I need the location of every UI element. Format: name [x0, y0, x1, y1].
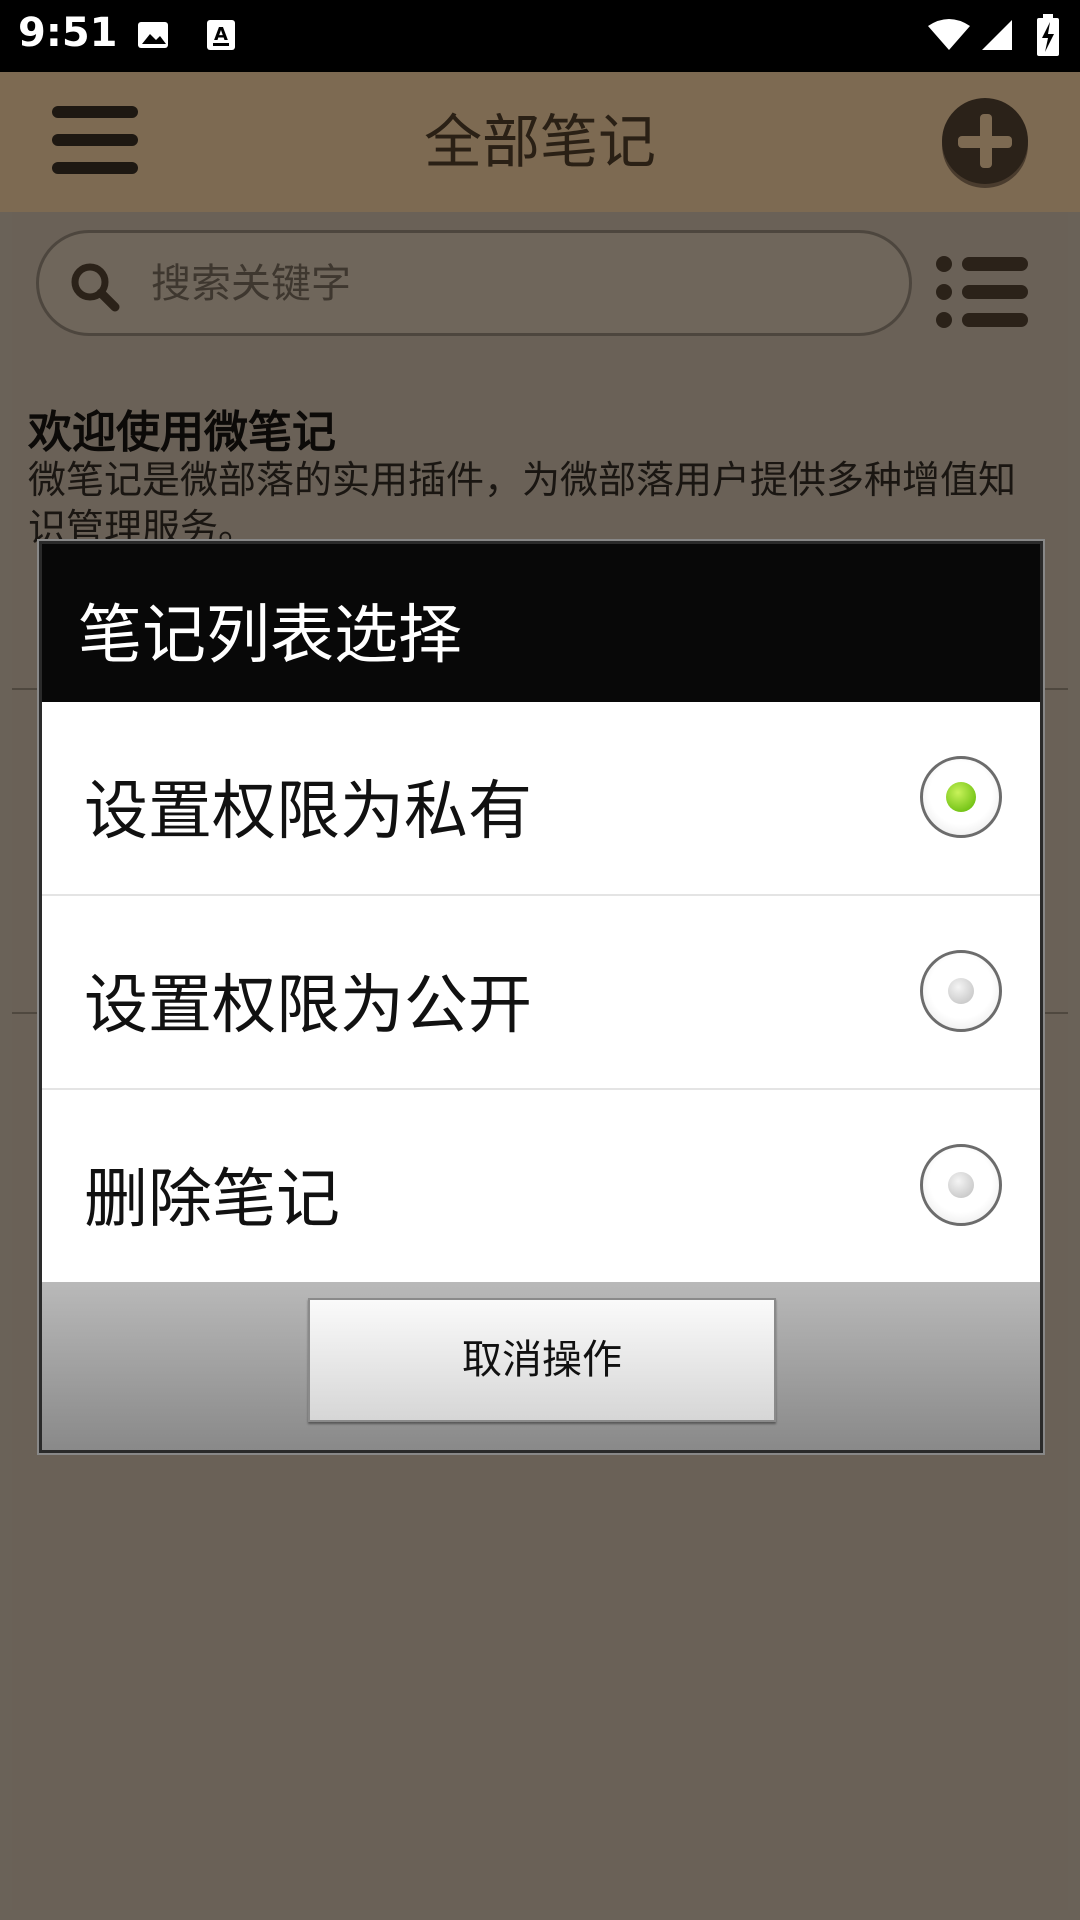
list-icon-bar	[962, 313, 1028, 327]
cancel-button[interactable]: 取消操作	[308, 1298, 776, 1422]
search-icon	[71, 263, 120, 312]
list-view-button[interactable]	[936, 252, 1028, 328]
search-input[interactable]	[149, 233, 853, 335]
radio-dot	[948, 978, 974, 1004]
page-title: 全部笔记	[423, 108, 656, 176]
signal-icon	[982, 20, 1012, 50]
app-bar: 全部笔记	[0, 72, 1080, 212]
list-icon-dot	[936, 312, 952, 328]
option-delete-note[interactable]: 删除笔记	[42, 1090, 1040, 1282]
dialog-title: 笔记列表选择	[78, 599, 462, 673]
search-bar[interactable]	[36, 230, 912, 336]
option-label: 删除笔记	[84, 1163, 340, 1237]
list-icon-bar	[962, 285, 1028, 299]
radio-button-checked[interactable]	[920, 756, 1002, 838]
option-set-public[interactable]: 设置权限为公开	[42, 896, 1040, 1088]
option-set-private[interactable]: 设置权限为私有	[42, 702, 1040, 894]
radio-dot	[948, 1172, 974, 1198]
option-label: 设置权限为公开	[84, 969, 532, 1043]
radio-button[interactable]	[920, 1144, 1002, 1226]
add-note-button[interactable]	[942, 98, 1028, 184]
list-icon	[936, 256, 952, 272]
note-preview[interactable]: 微笔记是微部落的实用插件，为微部落用户提供多种增值知识管理服务。	[28, 456, 1048, 552]
battery-charging-icon	[1037, 14, 1059, 56]
font-icon: A	[207, 20, 235, 50]
status-time: 9:51	[18, 10, 118, 56]
svg-text:A: A	[214, 24, 228, 45]
dialog-footer: 取消操作	[42, 1282, 1040, 1450]
note-title[interactable]: 欢迎使用微笔记	[28, 396, 336, 460]
list-icon-bar	[962, 257, 1028, 271]
radio-dot	[946, 782, 976, 812]
dialog-header: 笔记列表选择	[42, 544, 1040, 702]
radio-button[interactable]	[920, 950, 1002, 1032]
status-bar: 9:51 A	[0, 0, 1080, 72]
wifi-icon	[928, 19, 970, 50]
list-icon-dot	[936, 284, 952, 300]
option-label: 设置权限为私有	[84, 775, 532, 849]
note-options-dialog: 笔记列表选择 设置权限为私有 设置权限为公开 删除笔记 取消操作	[42, 544, 1040, 1450]
image-icon	[138, 22, 168, 48]
